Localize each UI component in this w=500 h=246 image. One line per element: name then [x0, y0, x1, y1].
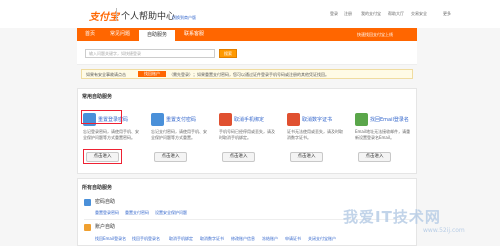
link-find-email[interactable]: 找回Email登录名	[95, 236, 126, 242]
card-title-cancel-cert[interactable]: 取消数字证书	[302, 116, 332, 123]
nav-promo-link[interactable]: 快速找回支付宝上线	[357, 32, 393, 38]
site-title: 个人帮助中心	[121, 12, 176, 22]
topnav-login[interactable]: 登录	[330, 11, 338, 17]
main-nav: 首页 常见问题 自助服务 联系客服 快速找回支付宝上线	[77, 28, 417, 41]
topnav-security[interactable]: 交易安全	[411, 11, 427, 17]
link-apply-cert[interactable]: 申请证书	[285, 236, 301, 242]
link-reset-login[interactable]: 重置登录密码	[95, 210, 119, 216]
tab-contact[interactable]: 联系客服	[177, 28, 211, 41]
tab-self-service[interactable]: 自助服务	[139, 28, 175, 41]
group-title-account: 账户自助	[95, 224, 116, 230]
lock-icon	[151, 113, 164, 126]
card-desc-reset-login: 忘记登录密码，请使用手机、安全保护问题等方式重置密码。	[83, 129, 139, 140]
topnav-register[interactable]: 注册	[344, 11, 352, 17]
card-desc-find-email: Email地址无法接收邮件，请重新设置登录名Email。	[355, 129, 411, 140]
cancel-cert-enter-button[interactable]: 点击进入	[290, 152, 323, 162]
link-edit-account[interactable]: 修改账户信息	[231, 236, 255, 242]
link-cancel-cert[interactable]: 取消数字证书	[200, 236, 224, 242]
group-title-password: 密码自助	[95, 199, 116, 205]
certificate-icon	[287, 113, 300, 126]
all-heading: 所有自助服务	[82, 185, 113, 191]
link-find-mobile[interactable]: 找回手机登录名	[132, 236, 160, 242]
topnav-help-hall[interactable]: 帮助大厅	[388, 11, 404, 17]
reset-pay-enter-button[interactable]: 点击进入	[154, 152, 187, 162]
link-close-account[interactable]: 关闭支付宝账户	[308, 236, 336, 242]
card-title-find-email[interactable]: 找回Email登录名	[370, 116, 409, 123]
switch-merchant-link[interactable]: 切换到商户版	[172, 15, 196, 21]
card-desc-reset-pay: 忘记支付密码，请使用手机、安全保护问题等方式重置。	[151, 129, 207, 140]
link-security-question[interactable]: 设置安全保护问题	[155, 210, 187, 216]
notice-suffix: （需先登录）；如果重置支付密码，您可以通过证件登录手机号码或注册的其他凭证找回。	[169, 72, 329, 77]
highlight-frame-button	[83, 149, 122, 164]
search-input[interactable]: 输入问题关键字，如快捷登录	[85, 49, 215, 58]
find-email-enter-button[interactable]: 点击进入	[358, 152, 391, 162]
notice-bar: 如果有安全事故请点击 找回账户 （需先登录）；如果重置支付密码，您可以通过证件登…	[81, 69, 413, 79]
account-icon	[84, 224, 91, 231]
card-desc-unbind-phone: 手机号码已经停用或丢失，请及时取消手机绑定。	[219, 129, 275, 140]
unbind-phone-enter-button[interactable]: 点击进入	[222, 152, 255, 162]
watermark-text: 我爱IT技术网	[343, 208, 441, 226]
card-title-unbind-phone[interactable]: 取消手机绑定	[234, 116, 264, 123]
topnav-more[interactable]: 更多	[443, 11, 451, 17]
card-title-reset-pay[interactable]: 重置支付密码	[166, 116, 196, 123]
highlight-frame-title	[81, 110, 122, 124]
logo-divider	[116, 8, 117, 21]
email-icon	[355, 113, 368, 126]
card-desc-cancel-cert: 证书无法使用或丢失，请及时取消数字证书。	[287, 129, 343, 140]
topnav-my-alipay[interactable]: 我的支付宝	[361, 11, 381, 17]
watermark-url: www.52ij.com	[423, 227, 465, 234]
tab-home[interactable]: 首页	[79, 28, 101, 41]
tab-faq[interactable]: 常见问题	[103, 28, 137, 41]
link-reset-pay[interactable]: 重置支付密码	[125, 210, 149, 216]
link-freeze-account[interactable]: 冻结账户	[262, 236, 278, 242]
site-header: 支付宝 个人帮助中心 切换到商户版 登录 注册 我的支付宝 帮助大厅 交易安全 …	[0, 0, 500, 28]
recover-account-button[interactable]: 找回账户	[138, 71, 166, 77]
common-heading: 常用自助服务	[82, 94, 113, 100]
phone-icon	[219, 113, 232, 126]
common-services-panel: 常用自助服务 重置登录密码 忘记登录密码，请使用手机、安全保护问题等方式重置密码…	[77, 88, 417, 174]
search-button[interactable]: 搜索	[219, 49, 237, 58]
password-icon	[84, 199, 91, 206]
notice-prefix: 如果有安全事故请点击	[86, 72, 126, 77]
link-unbind-phone[interactable]: 取消手机绑定	[169, 236, 193, 242]
alipay-logo[interactable]: 支付宝	[89, 8, 119, 23]
search-bar: 输入问题关键字，如快捷登录 搜索	[77, 41, 417, 65]
